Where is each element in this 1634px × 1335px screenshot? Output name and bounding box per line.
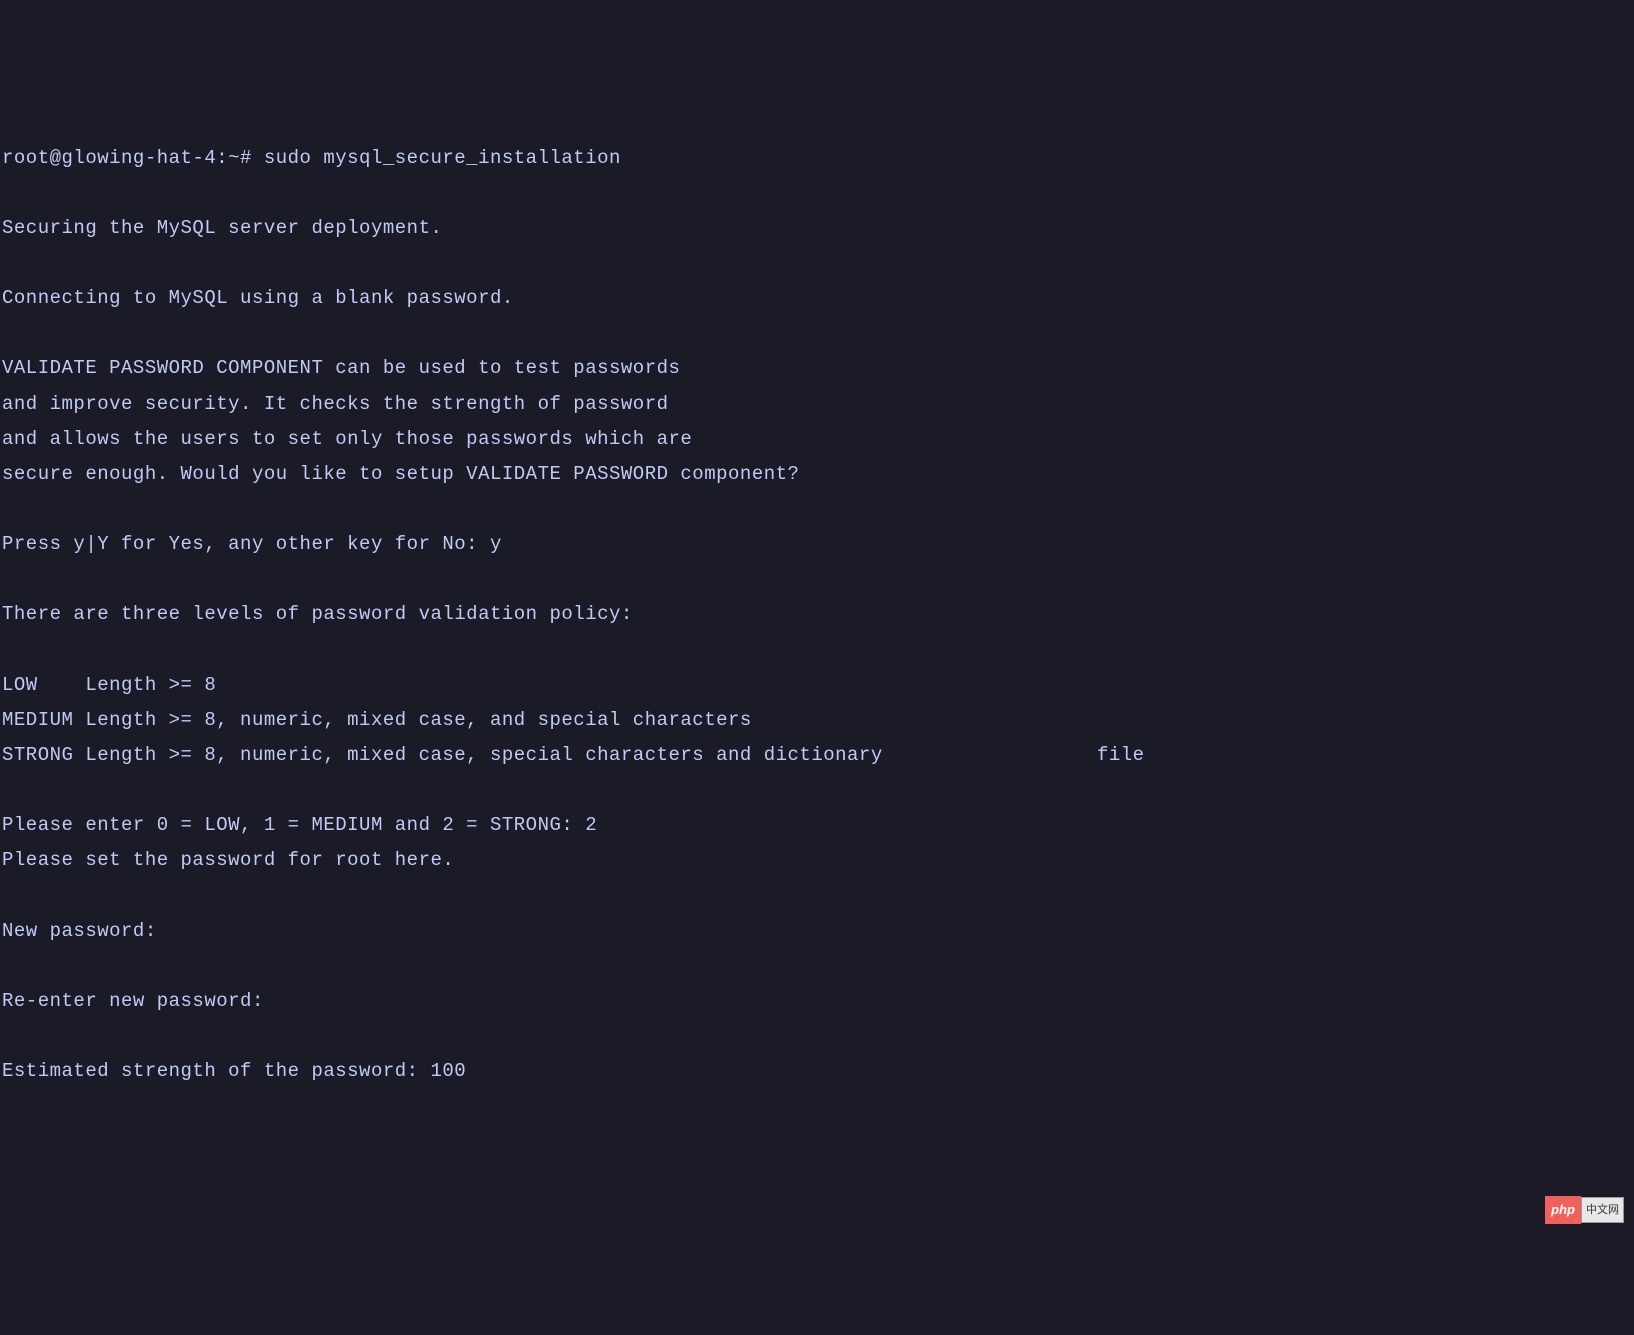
output-line: New password: [2, 920, 157, 942]
output-line: STRONG Length >= 8, numeric, mixed case,… [2, 744, 1145, 766]
output-line: Press y|Y for Yes, any other key for No:… [2, 533, 502, 555]
output-line: Re-enter new password: [2, 990, 264, 1012]
output-line: Please enter 0 = LOW, 1 = MEDIUM and 2 =… [2, 814, 597, 836]
output-line: VALIDATE PASSWORD COMPONENT can be used … [2, 357, 680, 379]
watermark-php-label: php [1545, 1196, 1581, 1224]
output-line: and improve security. It checks the stre… [2, 393, 669, 415]
watermark-badge: php 中文网 [1545, 1196, 1624, 1224]
terminal-output[interactable]: root@glowing-hat-4:~# sudo mysql_secure_… [2, 141, 1632, 1090]
watermark-cn-label: 中文网 [1581, 1197, 1624, 1223]
output-line: LOW Length >= 8 [2, 674, 216, 696]
output-line: Please set the password for root here. [2, 849, 454, 871]
output-line: MEDIUM Length >= 8, numeric, mixed case,… [2, 709, 752, 731]
output-line: secure enough. Would you like to setup V… [2, 463, 799, 485]
output-line: Securing the MySQL server deployment. [2, 217, 442, 239]
shell-prompt: root@glowing-hat-4:~# [2, 147, 264, 169]
output-line: and allows the users to set only those p… [2, 428, 692, 450]
output-line: Estimated strength of the password: 100 [2, 1060, 466, 1082]
output-line: Connecting to MySQL using a blank passwo… [2, 287, 514, 309]
command-text: sudo mysql_secure_installation [264, 147, 621, 169]
output-line: There are three levels of password valid… [2, 603, 633, 625]
